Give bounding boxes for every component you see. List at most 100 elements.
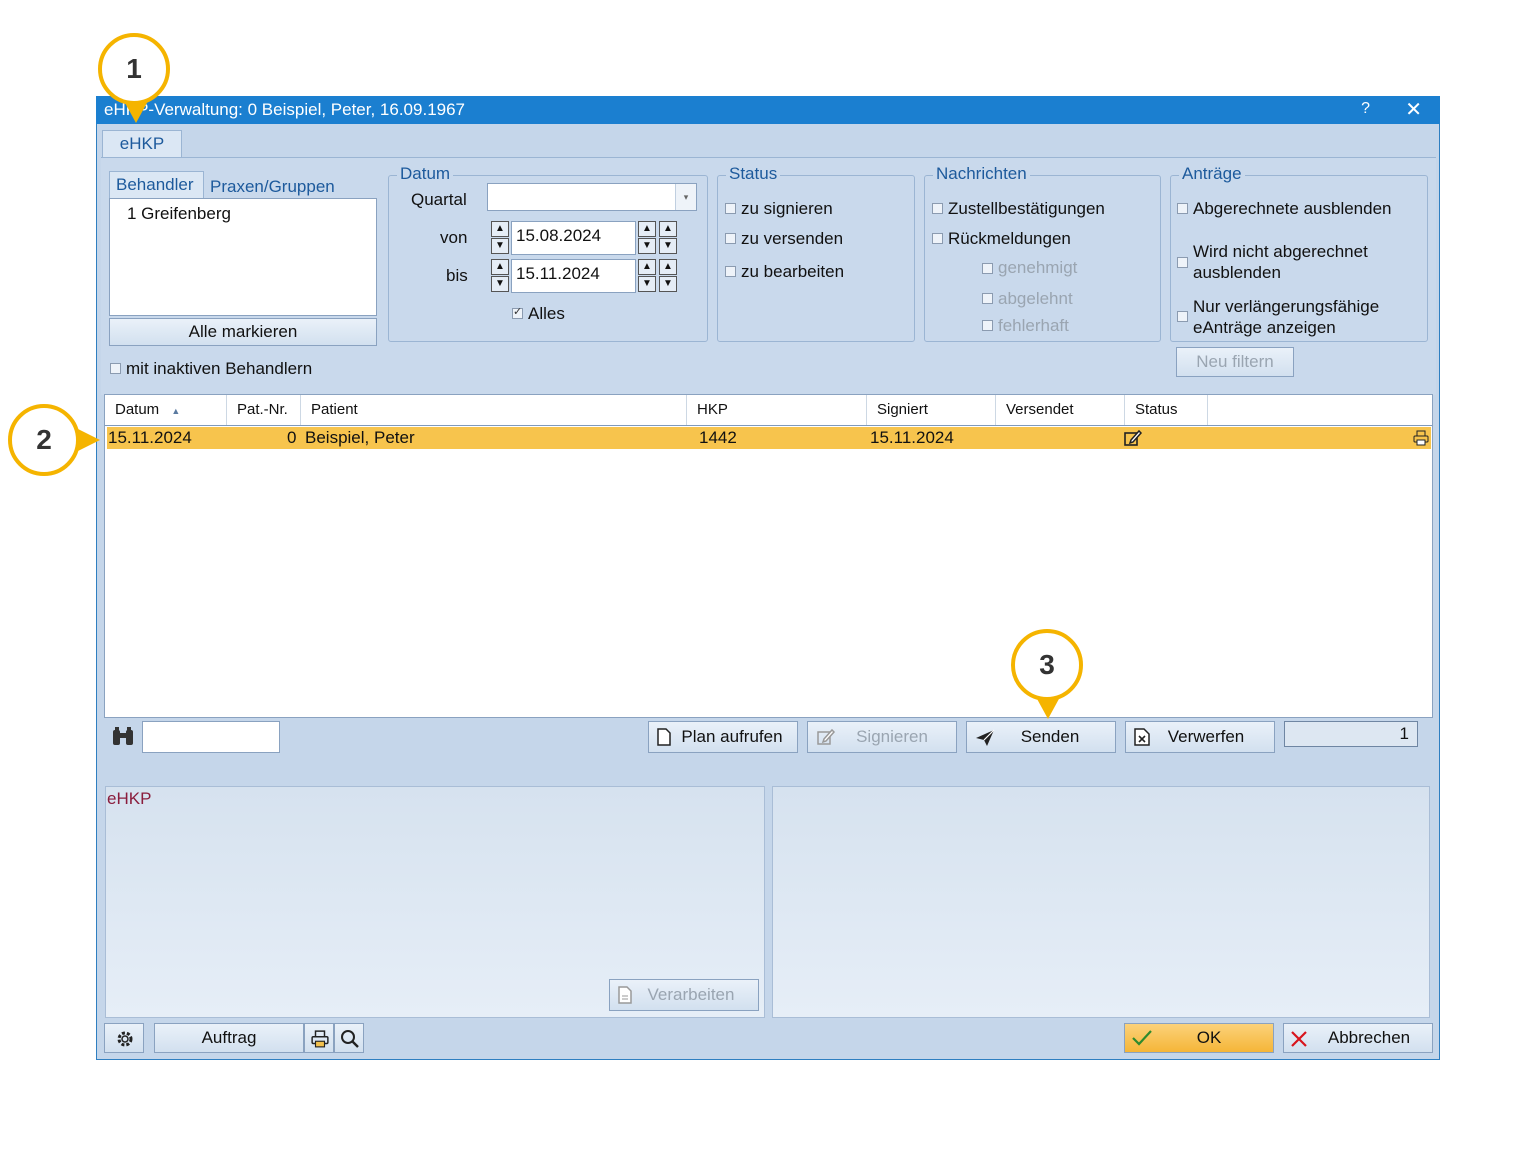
- column-header-datum[interactable]: Datum ▲: [105, 395, 227, 425]
- mark-all-button[interactable]: Alle markieren: [109, 318, 377, 346]
- up-arrow-icon[interactable]: ▲: [659, 259, 677, 275]
- column-header-signiert[interactable]: Signiert: [867, 395, 996, 425]
- detail-title: eHKP: [107, 789, 152, 808]
- table-row[interactable]: 15.11.2024 0 Beispiel, Peter 1442 15.11.…: [107, 427, 1431, 449]
- bis-spinner-a[interactable]: ▲ ▼: [638, 259, 656, 293]
- down-arrow-icon[interactable]: ▼: [659, 238, 677, 254]
- column-header-patient[interactable]: Patient: [301, 395, 687, 425]
- search-input[interactable]: [142, 721, 280, 753]
- zu-versenden-label: zu versenden: [741, 229, 844, 248]
- status-legend: Status: [726, 164, 781, 184]
- up-arrow-icon[interactable]: ▲: [659, 221, 677, 237]
- column-header-hkp[interactable]: HKP: [687, 395, 867, 425]
- up-arrow-icon[interactable]: ▲: [491, 259, 509, 275]
- discard-document-icon: [1134, 728, 1150, 746]
- zu-bearbeiten-checkbox[interactable]: [725, 266, 736, 277]
- verwerfen-button[interactable]: Verwerfen: [1125, 721, 1275, 753]
- nicht-abgerechnet-checkbox[interactable]: [1177, 257, 1188, 268]
- von-day-spinner[interactable]: ▲ ▼: [491, 221, 509, 255]
- zu-versenden-checkbox[interactable]: [725, 233, 736, 244]
- close-button[interactable]: ✕: [1405, 97, 1422, 122]
- behandler-list[interactable]: 1 Greifenberg: [109, 198, 377, 316]
- down-arrow-icon[interactable]: ▼: [638, 276, 656, 292]
- von-date-input[interactable]: 15.08.2024: [511, 221, 636, 255]
- down-arrow-icon[interactable]: ▼: [491, 238, 509, 254]
- zu-signieren-checkbox[interactable]: [725, 203, 736, 214]
- ehkp-table[interactable]: Datum ▲ Pat.-Nr. Patient HKP Signiert Ve…: [104, 394, 1433, 718]
- column-header-versendet[interactable]: Versendet: [996, 395, 1125, 425]
- fehlerhaft-checkbox[interactable]: [982, 320, 993, 331]
- von-date-value: 15.08.2024: [516, 226, 602, 245]
- print-button[interactable]: [304, 1023, 334, 1053]
- send-icon: [975, 729, 995, 747]
- bis-date-value: 15.11.2024: [516, 264, 600, 283]
- help-button[interactable]: ?: [1361, 100, 1370, 118]
- senden-button[interactable]: Senden: [966, 721, 1116, 753]
- abgerechnete-checkbox[interactable]: [1177, 203, 1188, 214]
- tab-praxen-gruppen[interactable]: Praxen/Gruppen: [210, 177, 335, 197]
- check-icon: [1131, 1029, 1153, 1047]
- genehmigt-checkbox[interactable]: [982, 263, 993, 274]
- bis-date-input[interactable]: 15.11.2024: [511, 259, 636, 293]
- bis-spinner-b[interactable]: ▲ ▼: [659, 259, 677, 293]
- preview-button[interactable]: [334, 1023, 364, 1053]
- binoculars-icon[interactable]: [111, 726, 135, 748]
- settings-button[interactable]: [104, 1023, 144, 1053]
- down-arrow-icon[interactable]: ▼: [638, 238, 656, 254]
- record-count: 1: [1284, 721, 1418, 747]
- plan-aufrufen-button[interactable]: Plan aufrufen: [648, 721, 798, 753]
- abgelehnt-checkbox[interactable]: [982, 293, 993, 304]
- verarbeiten-label: Verarbeiten: [647, 985, 735, 1004]
- tab-ehkp[interactable]: eHKP: [102, 130, 182, 159]
- nicht-abgerechnet-label-2: ausblenden: [1193, 263, 1281, 282]
- column-header-status[interactable]: Status: [1125, 395, 1208, 425]
- abbrechen-button[interactable]: Abbrechen: [1283, 1023, 1433, 1053]
- rueckmeldungen-label: Rückmeldungen: [948, 229, 1071, 248]
- callout-2: 2: [8, 404, 80, 476]
- list-item[interactable]: 1 Greifenberg: [127, 204, 231, 224]
- down-arrow-icon[interactable]: ▼: [659, 276, 677, 292]
- plan-aufrufen-label: Plan aufrufen: [681, 727, 783, 746]
- abgerechnete-label: Abgerechnete ausblenden: [1193, 199, 1392, 218]
- up-arrow-icon[interactable]: ▲: [638, 221, 656, 237]
- title-bar: eHKP-Verwaltung: 0 Beispiel, Peter, 16.0…: [96, 96, 1440, 124]
- von-label: von: [440, 228, 468, 247]
- genehmigt-label: genehmigt: [998, 258, 1078, 277]
- chevron-down-icon[interactable]: ▾: [675, 184, 696, 210]
- alles-checkbox[interactable]: [512, 305, 523, 319]
- senden-label: Senden: [1020, 727, 1080, 746]
- ok-button[interactable]: OK: [1124, 1023, 1274, 1053]
- cell-signiert: 15.11.2024: [870, 428, 954, 447]
- quartal-select[interactable]: ▾: [487, 183, 697, 211]
- rueckmeldungen-checkbox[interactable]: [932, 233, 943, 244]
- auftrag-button[interactable]: Auftrag: [154, 1023, 304, 1053]
- tab-behandler[interactable]: Behandler: [109, 171, 204, 199]
- zustellbestaetigungen-label: Zustellbestätigungen: [948, 199, 1105, 218]
- quartal-label: Quartal: [411, 190, 467, 209]
- abbrechen-label: Abbrechen: [1327, 1028, 1411, 1047]
- von-spinner-a[interactable]: ▲ ▼: [638, 221, 656, 255]
- verarbeiten-button[interactable]: Verarbeiten: [609, 979, 759, 1011]
- von-spinner-b[interactable]: ▲ ▼: [659, 221, 677, 255]
- antraege-legend: Anträge: [1179, 164, 1245, 184]
- neu-filtern-button[interactable]: Neu filtern: [1176, 347, 1294, 377]
- verlaengerung-label-2: eAnträge anzeigen: [1193, 318, 1336, 337]
- datum-legend: Datum: [397, 164, 454, 184]
- column-header-patnr[interactable]: Pat.-Nr.: [227, 395, 301, 425]
- callout-1-pointer: [124, 101, 148, 123]
- bis-label: bis: [446, 266, 468, 285]
- verlaengerung-checkbox[interactable]: [1177, 311, 1188, 322]
- verlaengerung-label-1: Nur verlängerungsfähige: [1193, 297, 1380, 316]
- column-header-datum-label: Datum: [115, 401, 160, 418]
- edit-icon[interactable]: [1123, 429, 1143, 447]
- down-arrow-icon[interactable]: ▼: [491, 276, 509, 292]
- verwerfen-label: Verwerfen: [1167, 727, 1245, 746]
- signieren-button[interactable]: Signieren: [807, 721, 957, 753]
- inactive-checkbox[interactable]: [110, 363, 121, 374]
- up-arrow-icon[interactable]: ▲: [638, 259, 656, 275]
- bis-day-spinner[interactable]: ▲ ▼: [491, 259, 509, 293]
- print-icon[interactable]: [1413, 430, 1429, 446]
- up-arrow-icon[interactable]: ▲: [491, 221, 509, 237]
- zustellbestaetigungen-checkbox[interactable]: [932, 203, 943, 214]
- document-icon: [657, 728, 671, 746]
